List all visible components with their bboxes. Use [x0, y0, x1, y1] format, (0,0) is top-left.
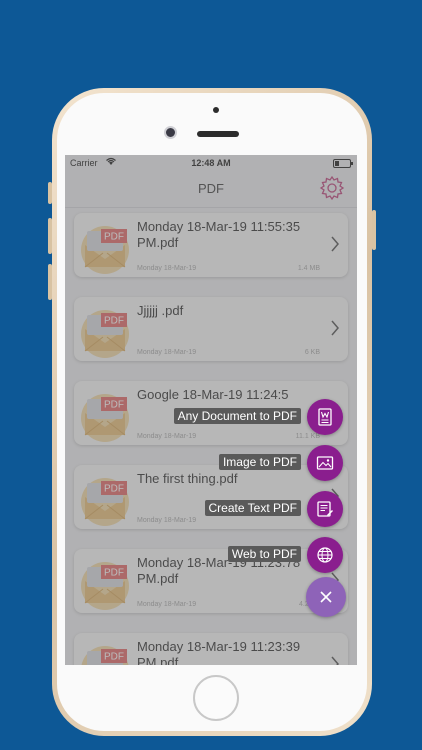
- mute-switch: [48, 182, 52, 204]
- fab-close-button[interactable]: [306, 577, 346, 617]
- fab-label[interactable]: Web to PDF: [227, 546, 301, 562]
- fab-button[interactable]: [307, 537, 343, 573]
- home-button[interactable]: [193, 675, 239, 721]
- app-screen: Carrier 12:48 AM PDF PDF Monday 18-Mar-1…: [65, 155, 357, 665]
- proximity-sensor: [213, 107, 219, 113]
- fab-label[interactable]: Image to PDF: [218, 454, 301, 470]
- earpiece-speaker: [197, 131, 239, 137]
- fab-item-image[interactable]: Image to PDF: [65, 445, 357, 481]
- fab-button[interactable]: [307, 445, 343, 481]
- fab-item-create-text[interactable]: Create Text PDF: [65, 491, 357, 527]
- fab-button[interactable]: [307, 399, 343, 435]
- fab-button[interactable]: [307, 491, 343, 527]
- fab-label[interactable]: Create Text PDF: [204, 500, 301, 516]
- text-document-icon: [317, 501, 333, 517]
- word-document-icon: [318, 408, 332, 426]
- close-icon: [320, 591, 332, 603]
- fab-label[interactable]: Any Document to PDF: [173, 408, 301, 424]
- volume-down-button: [48, 264, 52, 300]
- image-icon: [316, 456, 334, 470]
- power-button: [372, 210, 376, 250]
- fab-item-any-document[interactable]: Any Document to PDF: [65, 399, 357, 435]
- volume-up-button: [48, 218, 52, 254]
- globe-icon: [317, 547, 333, 563]
- front-camera: [164, 126, 177, 139]
- fab-item-web[interactable]: Web to PDF: [65, 537, 357, 573]
